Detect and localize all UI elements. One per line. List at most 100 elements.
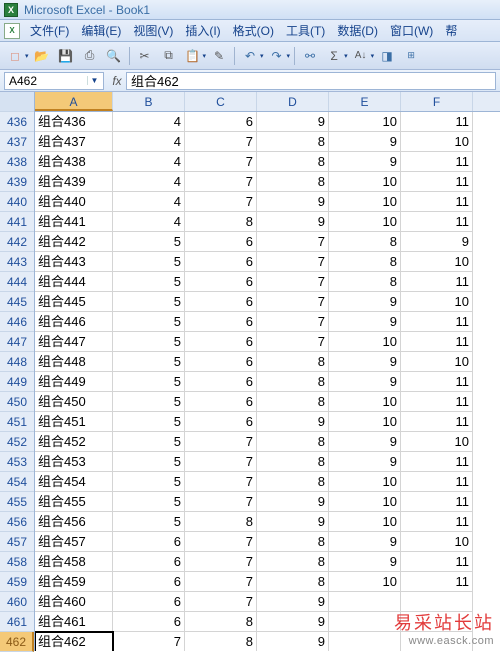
row-header[interactable]: 451 xyxy=(0,412,34,432)
cell[interactable]: 9 xyxy=(329,532,401,552)
cell[interactable]: 4 xyxy=(113,172,185,192)
cell[interactable]: 7 xyxy=(257,252,329,272)
cell[interactable]: 10 xyxy=(329,332,401,352)
row-header[interactable]: 456 xyxy=(0,512,34,532)
cell[interactable] xyxy=(401,632,473,651)
row-header[interactable]: 454 xyxy=(0,472,34,492)
cell[interactable]: 组合447 xyxy=(35,332,113,352)
cell[interactable]: 9 xyxy=(257,212,329,232)
menu-format[interactable]: 格式(O) xyxy=(227,22,280,39)
row-header[interactable]: 445 xyxy=(0,292,34,312)
col-header-B[interactable]: B xyxy=(113,92,185,111)
cell[interactable]: 8 xyxy=(257,432,329,452)
cell[interactable]: 8 xyxy=(257,132,329,152)
cell[interactable]: 组合462 xyxy=(35,632,113,651)
cell[interactable]: 6 xyxy=(185,272,257,292)
cell[interactable]: 11 xyxy=(401,472,473,492)
cell[interactable]: 组合456 xyxy=(35,512,113,532)
cell[interactable]: 5 xyxy=(113,332,185,352)
row-header[interactable]: 438 xyxy=(0,152,34,172)
cell[interactable]: 6 xyxy=(185,312,257,332)
row-header[interactable]: 444 xyxy=(0,272,34,292)
cell[interactable]: 4 xyxy=(113,132,185,152)
menu-window[interactable]: 窗口(W) xyxy=(384,22,439,39)
cell[interactable]: 7 xyxy=(185,592,257,612)
cell[interactable]: 组合452 xyxy=(35,432,113,452)
cell[interactable]: 6 xyxy=(185,332,257,352)
cell[interactable]: 10 xyxy=(401,432,473,452)
cell[interactable]: 6 xyxy=(113,592,185,612)
cell[interactable]: 11 xyxy=(401,312,473,332)
cell[interactable] xyxy=(401,592,473,612)
cell[interactable]: 8 xyxy=(257,452,329,472)
cell[interactable]: 5 xyxy=(113,472,185,492)
cell[interactable]: 7 xyxy=(113,632,185,651)
cell[interactable]: 10 xyxy=(329,572,401,592)
cell[interactable]: 9 xyxy=(257,592,329,612)
cell[interactable]: 11 xyxy=(401,392,473,412)
cell[interactable]: 10 xyxy=(329,172,401,192)
cell[interactable]: 7 xyxy=(185,452,257,472)
cell[interactable]: 9 xyxy=(257,192,329,212)
new-icon[interactable]: ◻ xyxy=(4,45,26,67)
row-header[interactable]: 449 xyxy=(0,372,34,392)
cell[interactable]: 6 xyxy=(185,352,257,372)
cell[interactable]: 11 xyxy=(401,112,473,132)
menu-edit[interactable]: 编辑(E) xyxy=(75,22,127,39)
cell[interactable]: 5 xyxy=(113,252,185,272)
undo-icon[interactable]: ↶ xyxy=(239,45,261,67)
cell[interactable]: 5 xyxy=(113,512,185,532)
cell[interactable]: 组合449 xyxy=(35,372,113,392)
row-header[interactable]: 443 xyxy=(0,252,34,272)
grid-body[interactable]: 组合4364691011组合437478910组合438478911组合4394… xyxy=(35,112,500,651)
cell[interactable]: 8 xyxy=(257,172,329,192)
cell[interactable]: 10 xyxy=(329,112,401,132)
menu-view[interactable]: 视图(V) xyxy=(127,22,179,39)
cell[interactable]: 9 xyxy=(257,112,329,132)
cell[interactable]: 8 xyxy=(257,552,329,572)
cell[interactable]: 5 xyxy=(113,292,185,312)
workbook-icon[interactable]: X xyxy=(4,23,20,39)
cell[interactable]: 8 xyxy=(329,272,401,292)
cell[interactable]: 5 xyxy=(113,492,185,512)
col-header-D[interactable]: D xyxy=(257,92,329,111)
cell[interactable]: 组合440 xyxy=(35,192,113,212)
cell[interactable]: 5 xyxy=(113,232,185,252)
menu-help[interactable]: 帮 xyxy=(439,22,463,39)
cell[interactable]: 组合454 xyxy=(35,472,113,492)
cell[interactable]: 6 xyxy=(113,572,185,592)
menu-file[interactable]: 文件(F) xyxy=(24,22,75,39)
cell[interactable]: 9 xyxy=(329,452,401,472)
cell[interactable]: 9 xyxy=(329,152,401,172)
cell[interactable]: 11 xyxy=(401,412,473,432)
hyperlink-icon[interactable]: ⚯ xyxy=(299,45,321,67)
cell[interactable]: 7 xyxy=(185,532,257,552)
save-icon[interactable]: 💾 xyxy=(55,45,77,67)
cell[interactable]: 11 xyxy=(401,512,473,532)
row-header[interactable]: 452 xyxy=(0,432,34,452)
cell[interactable]: 9 xyxy=(329,432,401,452)
redo-icon[interactable]: ↷ xyxy=(266,45,288,67)
cell[interactable]: 组合439 xyxy=(35,172,113,192)
cell[interactable]: 9 xyxy=(257,412,329,432)
cell[interactable]: 组合442 xyxy=(35,232,113,252)
cell[interactable]: 10 xyxy=(401,132,473,152)
cell[interactable]: 7 xyxy=(185,492,257,512)
menu-tools[interactable]: 工具(T) xyxy=(280,22,331,39)
cell[interactable]: 9 xyxy=(329,132,401,152)
cell[interactable]: 9 xyxy=(329,312,401,332)
cell[interactable]: 11 xyxy=(401,552,473,572)
cell[interactable]: 8 xyxy=(329,232,401,252)
col-header-C[interactable]: C xyxy=(185,92,257,111)
cell[interactable]: 组合437 xyxy=(35,132,113,152)
row-header[interactable]: 436 xyxy=(0,112,34,132)
col-header-A[interactable]: A xyxy=(35,92,113,111)
sort-icon[interactable]: A↓ xyxy=(350,45,372,67)
cell[interactable]: 5 xyxy=(113,272,185,292)
cell[interactable]: 5 xyxy=(113,392,185,412)
cell[interactable]: 7 xyxy=(185,172,257,192)
cell[interactable]: 8 xyxy=(185,612,257,632)
cell[interactable] xyxy=(329,612,401,632)
cell[interactable]: 5 xyxy=(113,312,185,332)
hundred-icon[interactable]: ⊞ xyxy=(400,45,422,67)
